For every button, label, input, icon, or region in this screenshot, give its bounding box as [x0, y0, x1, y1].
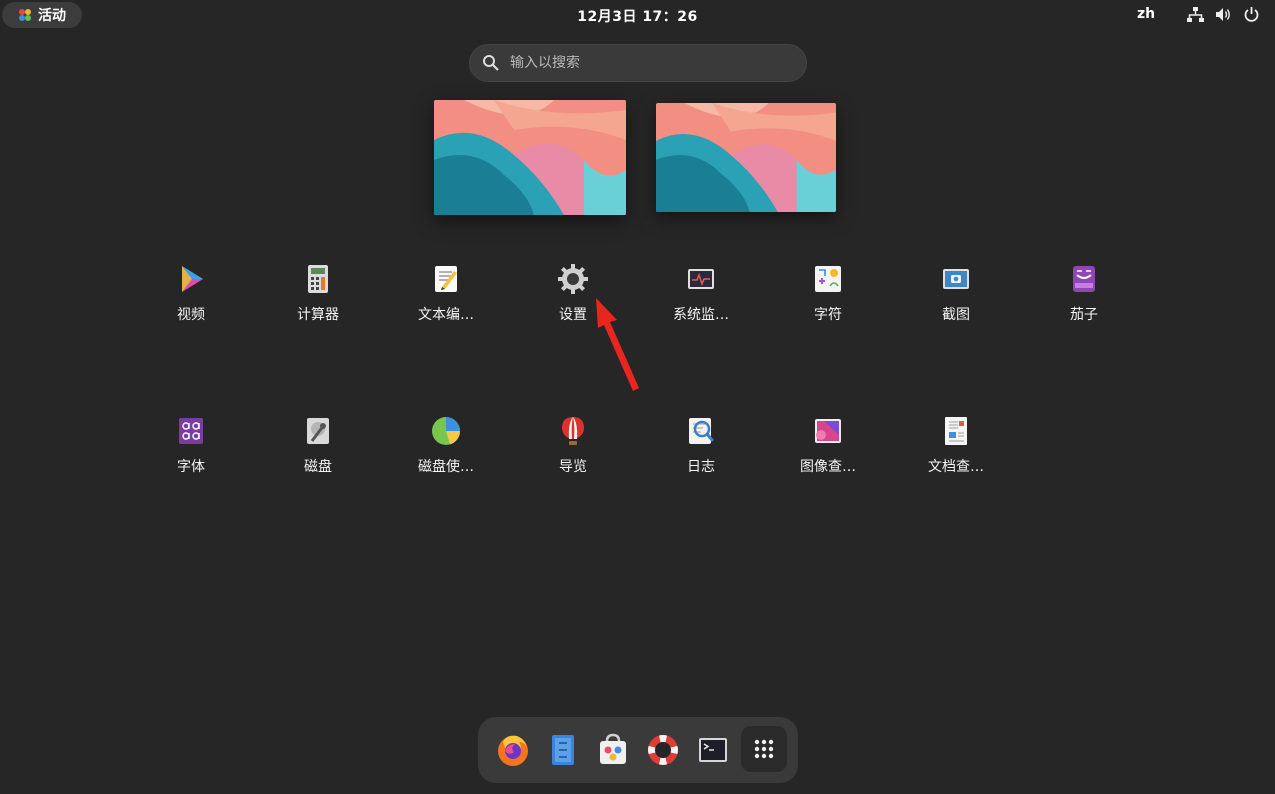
system-monitor-icon	[688, 269, 714, 289]
app-label: 文本编…	[418, 307, 474, 323]
search-input[interactable]	[510, 55, 780, 71]
disk-usage-icon	[432, 417, 460, 445]
logs-icon	[689, 418, 715, 444]
calculator-icon	[308, 265, 328, 293]
screenshot-icon	[943, 269, 969, 289]
app-disks[interactable]: 磁盘	[268, 415, 368, 476]
app-label: 图像查…	[800, 459, 856, 475]
characters-icon	[815, 266, 841, 292]
workspace-thumbnail-2[interactable]	[656, 103, 836, 212]
software-icon	[600, 733, 626, 764]
dock-terminal[interactable]	[695, 732, 731, 768]
app-label: 茄子	[1070, 307, 1098, 323]
app-fonts[interactable]: 字体	[141, 415, 241, 476]
search-icon	[483, 55, 499, 71]
app-label: 计算器	[297, 307, 339, 323]
app-document-viewer[interactable]: 文档查…	[906, 415, 1006, 476]
image-viewer-icon	[815, 419, 841, 443]
video-icon	[182, 266, 203, 292]
system-status-area[interactable]	[1186, 5, 1261, 24]
app-calculator[interactable]: 计算器	[268, 263, 368, 324]
wallpaper-image	[656, 103, 836, 212]
annotation-arrow	[596, 298, 639, 391]
fonts-icon	[179, 418, 203, 444]
settings-gear-icon	[558, 264, 588, 294]
dock	[478, 717, 798, 783]
clock[interactable]: 12月3日 17：26	[0, 6, 1275, 26]
dock-software[interactable]	[595, 732, 631, 768]
app-label: 磁盘使…	[418, 459, 474, 475]
app-system-monitor[interactable]: 系统监…	[651, 263, 751, 324]
app-label: 字体	[177, 459, 205, 475]
help-icon	[648, 735, 678, 765]
app-cheese[interactable]: 茄子	[1034, 263, 1134, 324]
disks-icon	[307, 418, 329, 444]
dock-files[interactable]	[545, 732, 581, 768]
volume-icon[interactable]	[1214, 5, 1233, 24]
show-apps-icon	[754, 739, 774, 759]
terminal-icon	[699, 738, 727, 762]
app-tour[interactable]: 导览	[523, 415, 623, 476]
app-label: 导览	[559, 459, 587, 475]
tour-icon	[562, 417, 584, 445]
search-bar[interactable]	[469, 44, 807, 82]
dock-help[interactable]	[645, 732, 681, 768]
cheese-icon	[1073, 266, 1095, 292]
text-editor-icon	[435, 266, 457, 292]
files-icon	[552, 735, 574, 765]
app-screenshot[interactable]: 截图	[906, 263, 1006, 324]
app-characters[interactable]: 字符	[778, 263, 878, 324]
workspace-thumbnail-1[interactable]	[434, 100, 626, 215]
app-logs[interactable]: 日志	[651, 415, 751, 476]
network-icon[interactable]	[1186, 5, 1205, 24]
app-label: 日志	[687, 459, 715, 475]
app-label: 截图	[942, 307, 970, 323]
app-label: 字符	[814, 307, 842, 323]
dock-firefox[interactable]	[495, 732, 531, 768]
app-label: 视频	[177, 307, 205, 323]
wallpaper-image	[434, 100, 626, 215]
document-viewer-icon	[945, 417, 967, 445]
app-image-viewer[interactable]: 图像查…	[778, 415, 878, 476]
input-language-indicator[interactable]: zh	[1137, 6, 1155, 22]
app-label: 系统监…	[673, 307, 729, 323]
app-video[interactable]: 视频	[141, 263, 241, 324]
app-label: 磁盘	[304, 459, 332, 475]
app-label: 文档查…	[928, 459, 984, 475]
firefox-icon	[498, 735, 528, 766]
show-apps-button[interactable]	[741, 726, 787, 772]
power-icon[interactable]	[1242, 5, 1261, 24]
app-disk-usage[interactable]: 磁盘使…	[396, 415, 496, 476]
top-bar: 活动 12月3日 17：26 zh	[0, 0, 1275, 30]
app-text-editor[interactable]: 文本编…	[396, 263, 496, 324]
